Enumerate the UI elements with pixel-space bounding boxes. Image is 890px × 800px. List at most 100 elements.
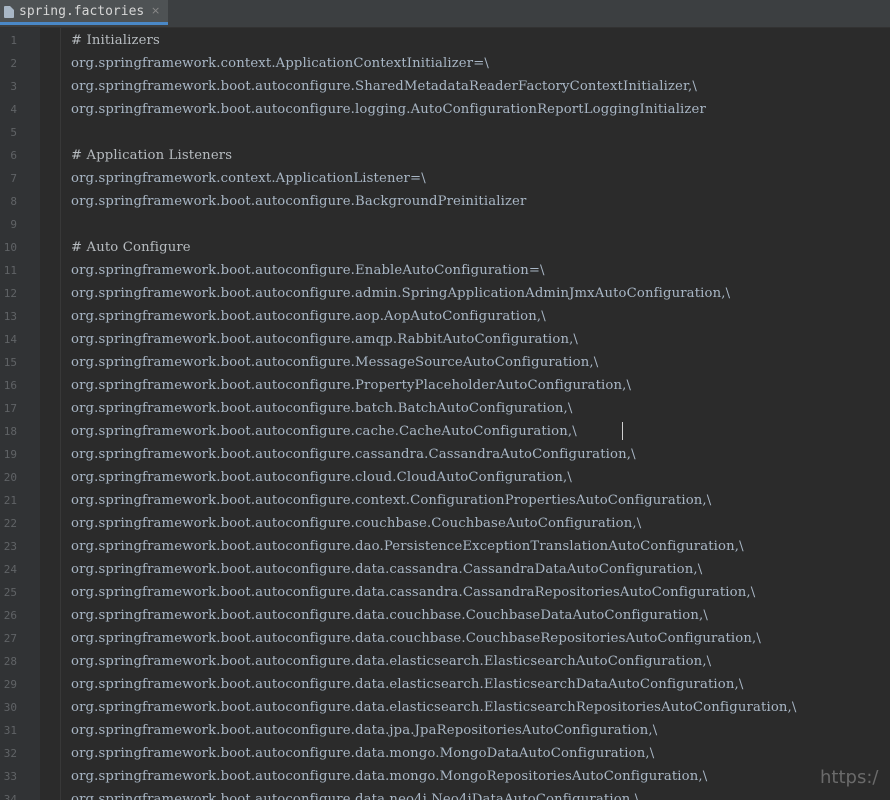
- editor-window: spring.factories × 1 # Initializers 2 org.s…: [0, 0, 890, 800]
- code-line[interactable]: 15 org.springframework.boot.autoconfigure…: [0, 351, 890, 374]
- line-number: 3: [10, 80, 17, 93]
- line-number: 22: [3, 517, 17, 530]
- code-line[interactable]: 14 org.springframework.boot.autoconfigure…: [0, 328, 890, 351]
- line-number: 18: [3, 425, 17, 438]
- line-number: 16: [3, 379, 17, 392]
- line-number: 2: [10, 57, 17, 70]
- code-text: org.springframework.boot.autoconfigure.c…: [71, 493, 712, 508]
- code-text: org.springframework.boot.autoconfigure.M…: [71, 355, 599, 370]
- code-line[interactable]: 6 # Application Listeners: [0, 144, 890, 167]
- code-line[interactable]: 19 org.springframework.boot.autoconfigure…: [0, 443, 890, 466]
- code-line[interactable]: 3 org.springframework.boot.autoconfigure.…: [0, 75, 890, 98]
- tab-spring-factories[interactable]: spring.factories ×: [0, 0, 168, 25]
- code-line[interactable]: 11 org.springframework.boot.autoconfigure…: [0, 259, 890, 282]
- line-number: 17: [3, 402, 17, 415]
- line-number: 24: [3, 563, 17, 576]
- code-line[interactable]: 17 org.springframework.boot.autoconfigure…: [0, 397, 890, 420]
- line-number: 31: [3, 724, 17, 737]
- code-line[interactable]: 24 org.springframework.boot.autoconfigure…: [0, 558, 890, 581]
- line-number: 5: [10, 126, 17, 139]
- code-text: org.springframework.boot.autoconfigure.b…: [71, 401, 573, 416]
- line-number: 19: [3, 448, 17, 461]
- code-line[interactable]: 12 org.springframework.boot.autoconfigure…: [0, 282, 890, 305]
- line-number: 25: [3, 586, 17, 599]
- watermark: https:/: [820, 767, 879, 788]
- code-text: org.springframework.boot.autoconfigure.E…: [71, 263, 545, 278]
- code-line[interactable]: 13 org.springframework.boot.autoconfigure…: [0, 305, 890, 328]
- code-line[interactable]: 4 org.springframework.boot.autoconfigure.…: [0, 98, 890, 121]
- code-text: org.springframework.boot.autoconfigure.d…: [71, 723, 658, 738]
- code-text: org.springframework.boot.autoconfigure.d…: [71, 746, 655, 761]
- line-number: 8: [10, 195, 17, 208]
- code-line[interactable]: 30 org.springframework.boot.autoconfigure…: [0, 696, 890, 719]
- line-number: 6: [10, 149, 17, 162]
- code-line[interactable]: 20 org.springframework.boot.autoconfigure…: [0, 466, 890, 489]
- tab-title: spring.factories: [19, 4, 145, 19]
- line-number: 14: [3, 333, 17, 346]
- code-line[interactable]: 9: [0, 213, 890, 236]
- line-number: 1: [10, 34, 17, 47]
- line-number: 10: [3, 241, 17, 254]
- code-line[interactable]: 23 org.springframework.boot.autoconfigure…: [0, 535, 890, 558]
- code-text: org.springframework.boot.autoconfigure.c…: [71, 424, 577, 439]
- editor-tab-bar: spring.factories ×: [0, 0, 890, 28]
- code-text: org.springframework.boot.autoconfigure.c…: [71, 470, 572, 485]
- code-line[interactable]: 8 org.springframework.boot.autoconfigure.…: [0, 190, 890, 213]
- code-line[interactable]: 18 org.springframework.boot.autoconfigure…: [0, 420, 890, 443]
- line-number: 28: [3, 655, 17, 668]
- code-comment: # Application Listeners: [71, 148, 233, 163]
- code-text: org.springframework.boot.autoconfigure.d…: [71, 631, 761, 646]
- code-line[interactable]: 26 org.springframework.boot.autoconfigure…: [0, 604, 890, 627]
- code-line[interactable]: 32 org.springframework.boot.autoconfigure…: [0, 742, 890, 765]
- code-text: org.springframework.boot.autoconfigure.d…: [71, 608, 708, 623]
- code-text: org.springframework.boot.autoconfigure.l…: [71, 102, 706, 117]
- code-line[interactable]: 7 org.springframework.context.Application…: [0, 167, 890, 190]
- line-number: 13: [3, 310, 17, 323]
- code-comment: # Initializers: [71, 33, 160, 48]
- code-text: org.springframework.context.ApplicationC…: [71, 56, 490, 71]
- line-number: 21: [3, 494, 17, 507]
- code-line[interactable]: 27 org.springframework.boot.autoconfigure…: [0, 627, 890, 650]
- code-line[interactable]: 1 # Initializers: [0, 29, 890, 52]
- code-editor[interactable]: 1 # Initializers 2 org.springframework.cont…: [0, 28, 890, 800]
- line-number: 7: [10, 172, 17, 185]
- line-number: 33: [3, 770, 17, 783]
- code-text: org.springframework.boot.autoconfigure.d…: [71, 792, 640, 800]
- code-line[interactable]: 16 org.springframework.boot.autoconfigure…: [0, 374, 890, 397]
- code-text: org.springframework.boot.autoconfigure.d…: [71, 677, 744, 692]
- code-line[interactable]: 29 org.springframework.boot.autoconfigure…: [0, 673, 890, 696]
- code-line[interactable]: 25 org.springframework.boot.autoconfigure…: [0, 581, 890, 604]
- line-number: 32: [3, 747, 17, 760]
- code-text: org.springframework.boot.autoconfigure.d…: [71, 654, 712, 669]
- code-line[interactable]: 34 org.springframework.boot.autoconfigure…: [0, 788, 890, 800]
- code-comment: # Auto Configure: [71, 240, 191, 255]
- code-line[interactable]: 10 # Auto Configure: [0, 236, 890, 259]
- code-text: org.springframework.boot.autoconfigure.c…: [71, 516, 642, 531]
- code-line[interactable]: 2 org.springframework.context.Application…: [0, 52, 890, 75]
- line-number: 4: [10, 103, 17, 116]
- line-number: 26: [3, 609, 17, 622]
- code-text: org.springframework.boot.autoconfigure.a…: [71, 309, 546, 324]
- code-line[interactable]: 5: [0, 121, 890, 144]
- code-text: org.springframework.boot.autoconfigure.d…: [71, 585, 756, 600]
- line-number: 23: [3, 540, 17, 553]
- code-line[interactable]: 21 org.springframework.boot.autoconfigure…: [0, 489, 890, 512]
- line-number: 27: [3, 632, 17, 645]
- code-line[interactable]: 31 org.springframework.boot.autoconfigure…: [0, 719, 890, 742]
- line-number: 29: [3, 678, 17, 691]
- code-text: org.springframework.boot.autoconfigure.d…: [71, 700, 797, 715]
- line-number: 30: [3, 701, 17, 714]
- code-text: org.springframework.boot.autoconfigure.a…: [71, 332, 579, 347]
- line-number: 20: [3, 471, 17, 484]
- line-number: 12: [3, 287, 17, 300]
- code-text: org.springframework.boot.autoconfigure.B…: [71, 194, 527, 209]
- close-icon[interactable]: ×: [151, 4, 160, 17]
- line-number: 9: [10, 218, 17, 231]
- code-text: org.springframework.boot.autoconfigure.d…: [71, 769, 708, 784]
- code-line[interactable]: 22 org.springframework.boot.autoconfigure…: [0, 512, 890, 535]
- code-line[interactable]: 33 org.springframework.boot.autoconfigure…: [0, 765, 890, 788]
- line-number: 34: [3, 793, 17, 800]
- text-caret: [622, 422, 623, 440]
- code-line[interactable]: 28 org.springframework.boot.autoconfigure…: [0, 650, 890, 673]
- line-number: 11: [3, 264, 17, 277]
